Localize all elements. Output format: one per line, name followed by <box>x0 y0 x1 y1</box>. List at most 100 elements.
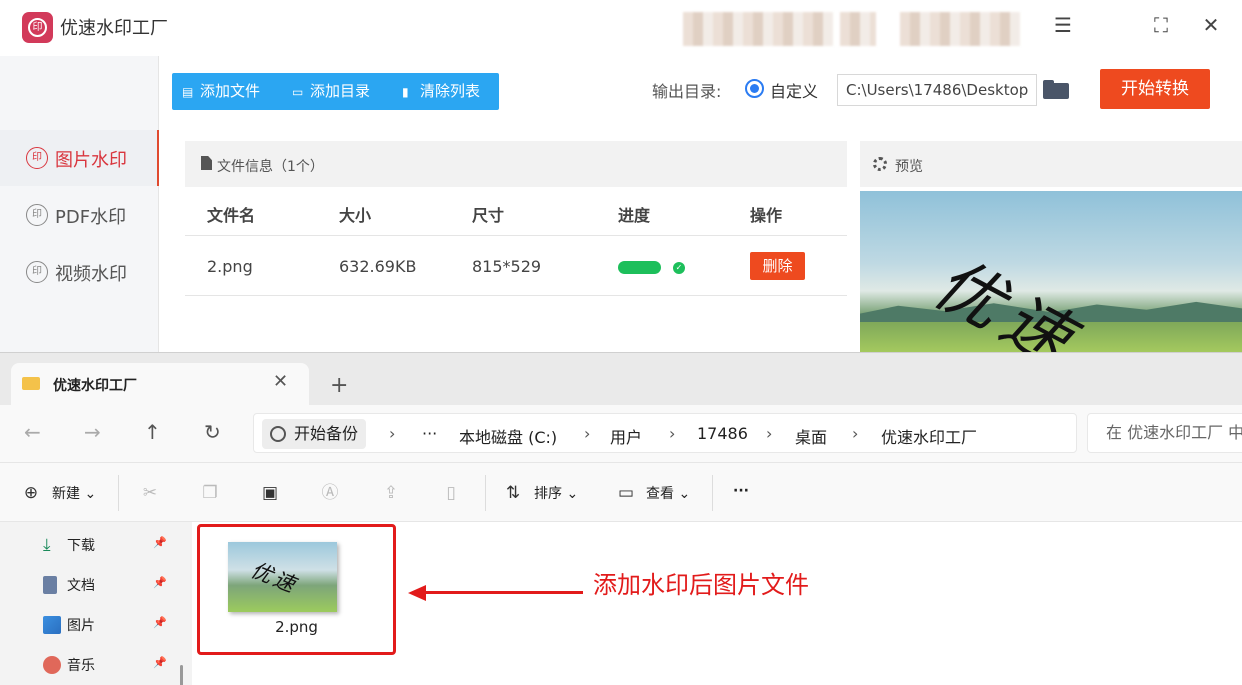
column-header-action: 操作 <box>750 206 783 225</box>
address-bar[interactable]: 开始备份 › ··· 本地磁盘 (C:) › 用户 › 17486 › 桌面 ›… <box>253 413 1077 453</box>
sidebar-item-video-watermark[interactable]: 印 视频水印 <box>0 244 159 300</box>
delete-icon[interactable]: ▯ <box>441 483 461 503</box>
cut-icon[interactable]: ✂ <box>140 483 160 503</box>
sidebar-item-pdf-watermark[interactable]: 印 PDF水印 <box>0 187 159 243</box>
delete-button[interactable]: 删除 <box>750 252 805 280</box>
rename-icon[interactable]: Ⓐ <box>320 483 340 503</box>
thumbnail-watermark-text: 优速 <box>247 557 302 598</box>
music-icon <box>43 656 61 674</box>
breadcrumb-overflow[interactable]: ··· <box>422 424 437 443</box>
seal-icon: 印 <box>26 204 48 226</box>
output-path-input[interactable] <box>837 74 1037 106</box>
nav-item-downloads[interactable]: ⤓ 下载 📌 <box>43 534 173 558</box>
gear-icon <box>873 157 887 171</box>
plus-icon[interactable]: + <box>330 373 348 398</box>
breadcrumb-item[interactable]: 用户 <box>610 424 642 448</box>
cloud-backup-icon <box>270 426 286 442</box>
maximize-icon[interactable]: ⛶ <box>1150 14 1172 36</box>
picture-icon <box>43 616 61 634</box>
share-icon[interactable]: ⇪ <box>381 483 401 503</box>
chevron-right-icon: › <box>584 424 591 443</box>
pin-icon[interactable]: 📌 <box>153 576 167 589</box>
pin-icon[interactable]: 📌 <box>153 536 167 549</box>
app-title: 优速水印工厂 <box>60 18 168 39</box>
preview-image: 优速 <box>860 191 1242 352</box>
search-input[interactable]: 在 优速水印工厂 中 <box>1087 413 1242 453</box>
file-panel-header: 文件信息（1个） <box>185 141 847 187</box>
chevron-right-icon: › <box>852 424 859 443</box>
column-header-name: 文件名 <box>207 206 256 225</box>
nav-item-documents[interactable]: 文档 📌 <box>43 574 173 598</box>
pin-icon[interactable]: 📌 <box>153 616 167 629</box>
file-item[interactable]: 优速 2.png <box>197 524 396 655</box>
new-button[interactable]: 新建 ⌄ <box>52 483 96 503</box>
backup-button[interactable]: 开始备份 <box>262 419 367 449</box>
close-icon[interactable]: ✕ <box>1200 14 1222 36</box>
seal-icon: 印 <box>26 147 48 169</box>
navigation-bar: ← → ↑ ↻ 开始备份 › ··· 本地磁盘 (C:) › 用户 › 1748… <box>0 405 1242 462</box>
breadcrumb-item[interactable]: 17486 <box>697 424 748 443</box>
app-sidebar: 印 图片水印 印 PDF水印 印 视频水印 <box>0 56 159 352</box>
file-info-panel: 文件信息（1个） 文件名 大小 尺寸 进度 操作 2.png 632.69KB … <box>185 141 847 352</box>
divider <box>712 475 713 511</box>
refresh-icon[interactable]: ↻ <box>204 420 221 444</box>
sidebar-item-image-watermark[interactable]: 印 图片水印 <box>0 130 159 186</box>
clear-list-button[interactable]: ▮ 清除列表 <box>402 73 480 110</box>
preview-panel: 预览 优速 <box>860 141 1242 352</box>
divider <box>118 475 119 511</box>
add-file-label: 添加文件 <box>200 82 261 100</box>
new-label: 新建 <box>52 486 80 502</box>
custom-radio[interactable] <box>745 79 764 98</box>
clear-list-label: 清除列表 <box>420 82 481 100</box>
file-name-label: 2.png <box>275 618 318 636</box>
copy-icon[interactable]: ❐ <box>200 483 220 503</box>
view-label: 查看 <box>646 486 674 502</box>
app-titlebar: 印 优速水印工厂 ☰ ⛶ ✕ <box>0 0 1242 56</box>
sort-label: 排序 <box>534 486 562 502</box>
file-toolbar: ▤ 添加文件 ▭ 添加目录 ▮ 清除列表 <box>172 73 499 110</box>
divider <box>185 235 847 236</box>
pin-icon[interactable]: 📌 <box>153 656 167 669</box>
document-icon <box>43 576 57 594</box>
folder-icon[interactable] <box>1043 80 1069 99</box>
menu-icon[interactable]: ☰ <box>1052 14 1074 36</box>
output-dir-label: 输出目录: <box>652 82 722 101</box>
breadcrumb-item[interactable]: 优速水印工厂 <box>881 424 977 448</box>
annotation-arrow <box>408 585 583 601</box>
explorer-tab[interactable]: 优速水印工厂 ✕ <box>11 363 309 405</box>
close-icon[interactable]: ✕ <box>273 371 288 392</box>
sidebar-item-label: 图片水印 <box>55 150 127 171</box>
view-button[interactable]: 查看 ⌄ <box>646 483 690 503</box>
nav-item-music[interactable]: 音乐 📌 <box>43 654 173 678</box>
breadcrumb-item[interactable]: 桌面 <box>795 424 827 448</box>
more-options-button[interactable]: ··· <box>733 483 749 499</box>
command-bar: ⊕ 新建 ⌄ ✂ ❐ ▣ Ⓐ ⇪ ▯ ⇅ 排序 ⌄ ▭ 查看 ⌄ ··· <box>0 462 1242 522</box>
backup-label: 开始备份 <box>294 424 359 443</box>
forward-arrow-icon[interactable]: → <box>84 420 101 444</box>
arrow-line <box>420 591 583 594</box>
sort-button[interactable]: 排序 ⌄ <box>534 483 578 503</box>
file-size-cell: 632.69KB <box>339 257 417 276</box>
file-list-area: 优速 2.png <box>192 522 1242 685</box>
nav-item-pictures[interactable]: 图片 📌 <box>43 614 173 638</box>
back-arrow-icon[interactable]: ← <box>24 420 41 444</box>
progress-bar <box>618 261 661 274</box>
column-header-dimensions: 尺寸 <box>472 206 505 225</box>
add-file-button[interactable]: ▤ 添加文件 <box>182 73 260 110</box>
tab-title: 优速水印工厂 <box>53 378 137 394</box>
chevron-right-icon: › <box>669 424 676 443</box>
up-arrow-icon[interactable]: ↑ <box>144 420 161 444</box>
app-logo: 印 <box>22 12 53 43</box>
add-directory-button[interactable]: ▭ 添加目录 <box>292 73 370 110</box>
file-thumbnail: 优速 <box>228 542 337 612</box>
breadcrumb-item[interactable]: 本地磁盘 (C:) <box>459 424 557 448</box>
divider <box>485 475 486 511</box>
file-icon: ▤ <box>182 85 194 99</box>
paste-icon[interactable]: ▣ <box>260 483 280 503</box>
sidebar-item-label: 视频水印 <box>55 264 127 285</box>
scrollbar[interactable] <box>180 665 183 685</box>
add-directory-label: 添加目录 <box>310 82 371 100</box>
start-convert-button[interactable]: 开始转换 <box>1100 69 1210 109</box>
divider <box>185 295 847 296</box>
custom-radio-label[interactable]: 自定义 <box>770 78 818 102</box>
